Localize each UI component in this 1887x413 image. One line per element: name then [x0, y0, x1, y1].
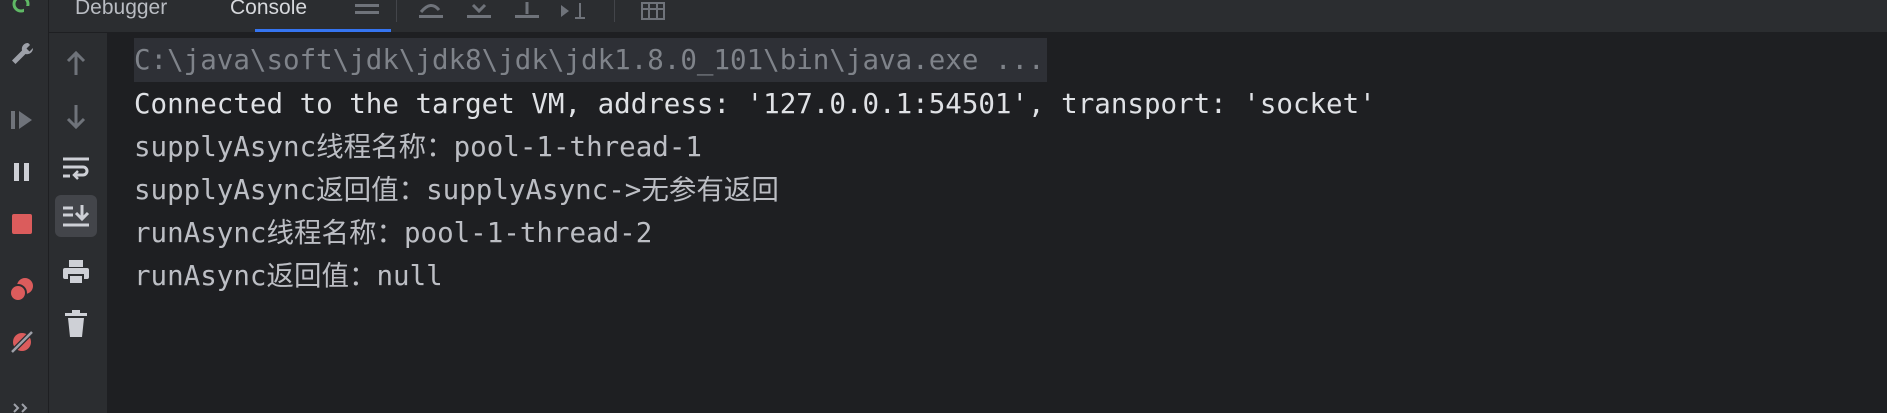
print-icon[interactable]: [55, 251, 97, 293]
scroll-to-end-icon[interactable]: [55, 195, 97, 237]
soft-wrap-icon[interactable]: [55, 147, 97, 189]
debug-actions-strip: [0, 0, 49, 413]
tab-bar: Debugger Console: [49, 0, 1887, 33]
table-icon[interactable]: [635, 0, 671, 22]
stop-icon[interactable]: [4, 206, 40, 242]
console-line: supplyAsync返回值：supplyAsync->无参有返回: [134, 174, 779, 206]
console-line-connected: Connected to the target VM, address: '12…: [134, 88, 1376, 120]
up-arrow-icon[interactable]: [55, 43, 97, 85]
run-to-cursor-icon[interactable]: [557, 0, 593, 22]
more-icon[interactable]: [4, 390, 40, 413]
console-line: runAsync返回值：null: [134, 260, 443, 292]
mute-breakpoints-icon[interactable]: [4, 324, 40, 360]
settings-icon[interactable]: [4, 36, 40, 72]
toolbar-separator: [396, 0, 397, 22]
step-out-icon[interactable]: [509, 0, 545, 22]
resume-icon[interactable]: [4, 102, 40, 138]
console-line-command: C:\java\soft\jdk\jdk8\jdk\jdk1.8.0_101\b…: [134, 38, 1047, 82]
down-arrow-icon[interactable]: [55, 95, 97, 137]
console-gutter-toolbar: [49, 33, 108, 413]
toolbar-separator: [614, 0, 615, 22]
tab-console[interactable]: Console: [230, 0, 307, 32]
pause-icon[interactable]: [4, 154, 40, 190]
active-tab-indicator: [255, 29, 391, 32]
step-over-icon[interactable]: [413, 0, 449, 22]
clear-all-icon[interactable]: [55, 303, 97, 345]
view-breakpoints-icon[interactable]: [4, 272, 40, 308]
debug-tool-window: Debugger Console C:\java\soft\jdk\jdk8\j…: [0, 0, 1887, 413]
tab-debugger[interactable]: Debugger: [75, 0, 167, 32]
console-output[interactable]: C:\java\soft\jdk\jdk8\jdk\jdk1.8.0_101\b…: [108, 33, 1887, 413]
console-line: supplyAsync线程名称：pool-1-thread-1: [134, 131, 702, 163]
step-into-icon[interactable]: [461, 0, 497, 22]
console-line: runAsync线程名称：pool-1-thread-2: [134, 217, 653, 249]
menu-icon[interactable]: [349, 0, 385, 22]
resume-small-icon[interactable]: [4, 0, 40, 22]
